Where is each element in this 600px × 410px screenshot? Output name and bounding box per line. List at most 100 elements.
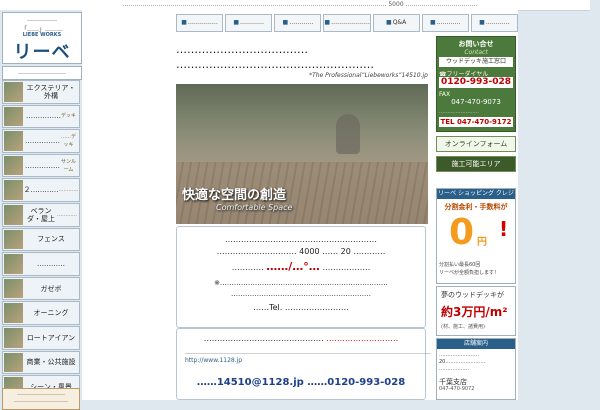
cost-guide-link[interactable]: …………………… ……………………… xyxy=(2,388,80,410)
nav-tab-label: ………… xyxy=(289,19,314,26)
promo-line2-post: ………… xyxy=(353,247,386,256)
inquiry-title-red: ……………………… xyxy=(326,334,399,343)
inquiry-body: …………………………………………………………………………………………………………… xyxy=(185,349,431,365)
sidebar-item-thumbnail xyxy=(4,106,23,127)
promo-line3-post: ……………… xyxy=(322,263,371,272)
sidebar-item-sublabel: デッキ xyxy=(60,113,76,120)
sidebar-item-label: …………… ……デッキ xyxy=(25,130,77,152)
promo-line2-num: 4000 xyxy=(299,247,320,256)
hero-subtitle: Comfortable Space xyxy=(216,203,293,212)
price-banner[interactable]: 夢のウッドデッキが 約3万円/m² (材、施工、諸費用) xyxy=(436,286,516,336)
shop-zero: 0 xyxy=(449,212,475,253)
store-info: 店舗案内 …………………… 20…………………… ……………… 千葉支店 047… xyxy=(436,338,516,400)
sidebar-item-thumbnail xyxy=(4,204,23,225)
nav-tab-5[interactable]: ■………… xyxy=(421,14,469,32)
price-banner-line1: 夢のウッドデッキが xyxy=(441,291,504,299)
square-bullet-icon: ■ xyxy=(429,19,436,26)
promo-box: ………………………………………………… ………………………… 4000 …… 2… xyxy=(176,226,426,328)
shop-sub: 分割金利・手数料が xyxy=(444,203,508,211)
store-address: …………………… 20…………………… ……………… xyxy=(439,352,486,372)
sidebar-item-11[interactable]: 商業・公共施設 xyxy=(2,350,80,375)
online-form-button[interactable]: オンラインフォーム xyxy=(436,136,516,152)
sidebar-item-thumbnail xyxy=(4,278,23,299)
sidebar-item-label-text: ………… xyxy=(37,259,65,268)
sidebar-item-label: エクステリア・外構 xyxy=(25,81,77,103)
sidebar-item-8[interactable]: ガゼボ xyxy=(2,276,80,301)
sidebar-item-label: ２…………………… xyxy=(23,179,79,201)
sidebar-item-1[interactable]: …………… デッキ xyxy=(2,104,80,129)
promo-note2: …………………………………………………… xyxy=(231,290,371,298)
sidebar-item-sublabel: ………… xyxy=(57,211,77,218)
sidebar-item-sublabel: ……デッキ xyxy=(60,133,76,148)
sidebar-item-6[interactable]: フェンス xyxy=(2,227,80,252)
inquiry-contact[interactable]: ……14510@1128.jp ……0120-993-028 xyxy=(177,377,425,388)
sidebar-item-0[interactable]: エクステリア・外構 xyxy=(2,80,80,104)
top-nav: ■……………■…………■…………■……………………■Q&A■…………■………… xyxy=(176,14,518,32)
freedial-number[interactable]: 0120-993-028 xyxy=(439,77,513,88)
sidebar-item-2[interactable]: …………… ……デッキ xyxy=(2,129,80,153)
promo-line3-pre: ………… xyxy=(231,263,264,272)
promo-line1: ………………………………………………… xyxy=(225,235,377,244)
sidebar-item-label-text: ガゼボ xyxy=(40,284,62,293)
inquiry-title-pre: ……………………………………… xyxy=(203,334,324,343)
sidebar-item-10[interactable]: ロートアイアン xyxy=(2,325,80,350)
nav-tab-label: Q&A xyxy=(392,19,407,26)
sidebar-item-label-text: …………… xyxy=(25,112,61,121)
contact-title: お問い合せ xyxy=(458,40,494,48)
service-area-button[interactable]: 施工可能エリア xyxy=(436,156,516,172)
shop-note1: 分割払い最長60回 xyxy=(439,262,481,268)
square-bullet-icon: ■ xyxy=(386,19,392,26)
exclamation-icon: ! xyxy=(499,217,509,241)
sidebar-item-label-text: ２………… xyxy=(23,186,59,195)
nav-tab-label: ………… xyxy=(240,19,265,26)
page-scrollbar[interactable] xyxy=(590,0,600,400)
left-column: …………… 「……」……… LIEBE WORKS リーベ …………………… エ… xyxy=(0,10,82,410)
tel-number[interactable]: TEL 047-470-9172 xyxy=(439,117,513,127)
site-logo[interactable]: …………… 「……」……… LIEBE WORKS リーベ xyxy=(2,12,82,64)
sidebar-item-sublabel: サンルーム xyxy=(60,158,76,173)
nav-tab-label: …………… xyxy=(187,19,218,26)
inquiry-url-link[interactable]: http://www.1128.jp xyxy=(185,357,242,364)
sidebar-item-7[interactable]: ………… xyxy=(2,252,80,276)
square-bullet-icon: ■ xyxy=(324,19,331,26)
store-header: 店舗案内 xyxy=(437,339,515,349)
shop-note2: リーベが全額負担します！ xyxy=(439,270,500,276)
contact-panel: お問い合せ Contact ウッドデッキ施工窓口 ☎フリーダイヤル 0120-9… xyxy=(436,36,516,132)
inquiry-title: ……………………………………… ……………………… xyxy=(177,334,425,343)
nav-tab-4[interactable]: ■Q&A xyxy=(372,14,420,32)
promo-price-line: ………… ……/…°… ……………… xyxy=(177,260,425,273)
nav-header: …………………… xyxy=(2,66,82,80)
shopping-credit-banner[interactable]: リーベ ショッピング クレジット 分割金利・手数料が 0 円 ! 分割払い最長6… xyxy=(436,188,516,284)
promo-line2-pre: ………………………… xyxy=(216,247,297,256)
promo-line2-num2: 20 xyxy=(340,247,351,256)
sidebar-item-label: ガゼボ xyxy=(25,278,77,300)
shop-header: リーベ ショッピング クレジット xyxy=(437,189,515,207)
sidebar-item-9[interactable]: オーニング xyxy=(2,301,80,325)
sidebar-item-label-text: フェンス xyxy=(37,235,65,244)
sidebar-item-label-text: オーニング xyxy=(33,309,69,318)
nav-tab-0[interactable]: ■…………… xyxy=(176,14,224,32)
sidebar-item-5[interactable]: ベランダ・屋上………… xyxy=(2,202,80,227)
nav-tab-1[interactable]: ■………… xyxy=(225,14,273,32)
sidebar-item-label-text: エクステリア・外構 xyxy=(26,83,76,100)
sidebar-item-thumbnail xyxy=(4,131,23,151)
shop-yen: 円 xyxy=(477,237,487,248)
fax-number: 047-470-9073 xyxy=(451,98,501,106)
nav-tab-label: ………… xyxy=(485,19,510,26)
branch-phone: 047-470-9072 xyxy=(439,386,475,392)
hero-person xyxy=(336,114,360,154)
price-banner-note: (材、施工、諸費用) xyxy=(441,324,485,330)
sidebar-item-label: …………… サンルーム xyxy=(25,155,77,177)
sidebar-item-label-text: …………… xyxy=(25,136,60,145)
sidebar-item-label-text: ベランダ・屋上 xyxy=(27,206,55,223)
inquiry-box: ……………………………………… ……………………… ……………………………………… xyxy=(176,328,431,400)
nav-tab-6[interactable]: ■………… xyxy=(470,14,518,32)
nav-tab-3[interactable]: ■…………………… xyxy=(323,14,371,32)
logo-tagline: …………… xyxy=(27,16,57,23)
sidebar-item-3[interactable]: …………… サンルーム xyxy=(2,153,80,178)
sidebar-item-thumbnail xyxy=(4,82,23,102)
sidebar-item-4[interactable]: ２…………………… xyxy=(2,178,80,202)
inquiry-body-text: …………………………………………………………………………………………………………… xyxy=(185,349,431,356)
nav-tab-2[interactable]: ■………… xyxy=(274,14,322,32)
sidebar-item-label-text: …………… xyxy=(25,161,60,170)
